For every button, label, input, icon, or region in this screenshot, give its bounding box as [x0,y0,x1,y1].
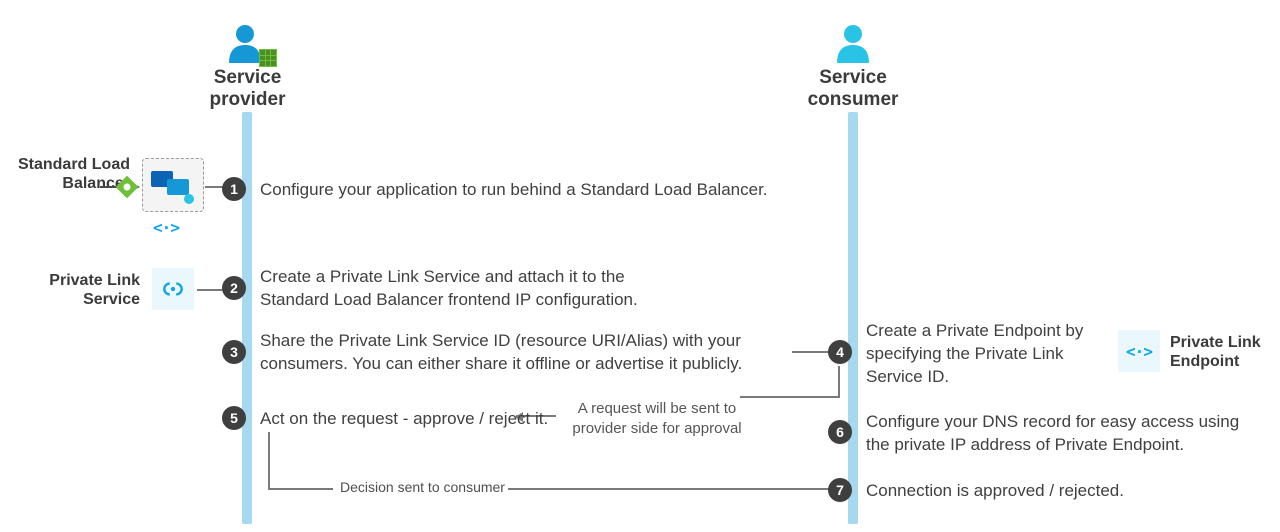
consumer-label-l2: consumer [808,89,899,110]
endpoint-icon: <·> [1126,342,1152,361]
step-6-num: 6 [828,420,852,444]
connector-4-horiz [740,396,840,398]
load-balancer-icon [116,176,138,198]
provider-label: Service provider [200,67,295,111]
ple-label: Private Link Endpoint [1170,333,1280,371]
consumer-actor-icon [832,23,874,65]
pls-label: Private Link Service [40,271,140,309]
step-4-text: Create a Private Endpoint by specifying … [866,320,1106,389]
step-3-num: 3 [222,340,246,364]
provider-label-l1: Service [214,67,282,88]
consumer-label-l1: Service [819,67,887,88]
decision-line-right [508,488,840,490]
provider-lifeline [242,112,252,524]
step-5-num: 5 [222,406,246,430]
step-2-num: 2 [222,276,246,300]
provider-label-l2: provider [209,89,285,110]
consumer-label: Service consumer [803,67,903,111]
step-7-text: Connection is approved / rejected. [866,480,1226,503]
step-5-text: Act on the request - approve / reject it… [260,408,560,431]
request-note-l2: provider side for approval [572,420,741,437]
step-1-num: 1 [222,177,246,201]
step-6-text: Configure your DNS record for easy acces… [866,411,1246,457]
consumer-lifeline [848,112,858,524]
pls-l1: Private Link [49,272,140,289]
ple-l2: Endpoint [1170,353,1239,370]
step-2-text: Create a Private Link Service and attach… [260,266,690,312]
step-3-text: Share the Private Link Service ID (resou… [260,330,790,376]
slb-box [142,158,204,212]
step-1-text: Configure your application to run behind… [260,179,800,202]
request-note-l1: A request will be sent to [578,400,736,417]
code-icon: <·> [153,218,179,237]
slb-l1: Standard Load [18,156,130,173]
pls-icon [152,268,194,310]
slb-under-icon: <·> [150,215,182,239]
decision-note: Decision sent to consumer [340,479,505,495]
decision-line-left [268,488,333,490]
request-note: A request will be sent to provider side … [562,399,752,438]
ple-l1: Private Link [1170,334,1261,351]
connector-5-down [268,432,270,488]
pls-l2: Service [83,291,140,308]
step-7-num: 7 [828,478,852,502]
connector-4-down [838,366,840,396]
step-4-num: 4 [828,340,852,364]
ple-icon: <·> [1118,330,1160,372]
provider-actor-icon [225,23,271,65]
